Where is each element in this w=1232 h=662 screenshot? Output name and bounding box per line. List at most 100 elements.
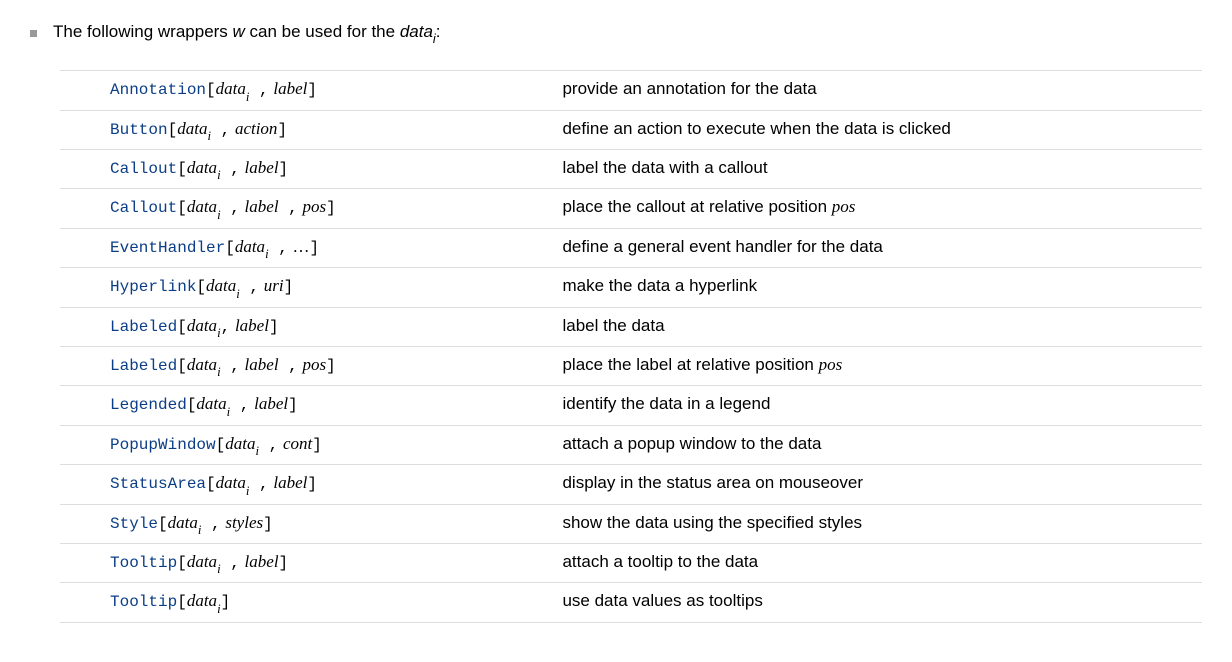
arg-data: data — [216, 79, 246, 98]
symbol-link[interactable]: Legended — [110, 396, 187, 414]
usage-cell: Annotation[datai , label] — [60, 71, 562, 110]
arg-data-sub: i — [217, 168, 221, 182]
arg-data: data — [225, 434, 255, 453]
intro-w: w — [233, 22, 245, 41]
table-row: Style[datai , styles]show the data using… — [60, 504, 1202, 543]
symbol-link[interactable]: PopupWindow — [110, 436, 216, 454]
arg-sep: , — [221, 357, 240, 375]
desc-italic: pos — [819, 355, 843, 374]
usage-cell: PopupWindow[datai , cont] — [60, 425, 562, 464]
arg-sep: , — [249, 475, 268, 493]
arg-sep: , — [230, 396, 249, 414]
symbol-link[interactable]: Button — [110, 121, 168, 139]
close-bracket: ] — [284, 278, 294, 296]
close-bracket: ] — [307, 475, 317, 493]
intro-text: The following wrappers w can be used for… — [53, 20, 440, 46]
close-bracket: ] — [279, 160, 289, 178]
open-bracket: [ — [158, 515, 168, 533]
arg-sep: , — [201, 515, 220, 533]
description-cell: label the data with a callout — [562, 150, 1202, 189]
arg: label — [273, 473, 307, 492]
intro-after: : — [436, 22, 441, 41]
description-cell: define an action to execute when the dat… — [562, 110, 1202, 149]
open-bracket: [ — [206, 81, 216, 99]
table-row: EventHandler[datai , …]define a general … — [60, 228, 1202, 267]
description-cell: attach a popup window to the data — [562, 425, 1202, 464]
symbol-link[interactable]: StatusArea — [110, 475, 206, 493]
open-bracket: [ — [206, 475, 216, 493]
arg-sep: , — [279, 199, 298, 217]
table-row: Tooltip[datai , label]attach a tooltip t… — [60, 543, 1202, 582]
arg: action — [235, 119, 278, 138]
close-bracket: ] — [307, 81, 317, 99]
description-cell: label the data — [562, 307, 1202, 346]
desc-text: label the data with a callout — [562, 158, 767, 177]
open-bracket: [ — [177, 357, 187, 375]
arg-sep: , — [249, 81, 268, 99]
arg-data-sub: i — [217, 602, 221, 616]
usage-cell: EventHandler[datai , …] — [60, 228, 562, 267]
symbol-link[interactable]: Labeled — [110, 318, 177, 336]
open-bracket: [ — [177, 199, 187, 217]
open-bracket: [ — [187, 396, 197, 414]
arg-data: data — [168, 513, 198, 532]
symbol-link[interactable]: EventHandler — [110, 239, 225, 257]
arg-data: data — [187, 197, 217, 216]
close-bracket: ] — [310, 239, 320, 257]
table-row: Tooltip[datai]use data values as tooltip… — [60, 583, 1202, 622]
symbol-link[interactable]: Labeled — [110, 357, 177, 375]
desc-text: place the label at relative position — [562, 355, 818, 374]
desc-text: define a general event handler for the d… — [562, 237, 882, 256]
arg-sep: , — [211, 121, 230, 139]
arg-data-sub: i — [255, 444, 259, 458]
arg-data-sub: i — [217, 326, 221, 340]
symbol-link[interactable]: Style — [110, 515, 158, 533]
symbol-link[interactable]: Annotation — [110, 81, 206, 99]
table-row: Callout[datai , label]label the data wit… — [60, 150, 1202, 189]
arg-data-sub: i — [236, 287, 240, 301]
usage-cell: Labeled[datai, label] — [60, 307, 562, 346]
open-bracket: [ — [177, 318, 187, 336]
arg: label — [245, 355, 279, 374]
arg-sep: , — [221, 199, 240, 217]
symbol-link[interactable]: Callout — [110, 160, 177, 178]
arg-data-sub: i — [227, 405, 231, 419]
description-cell: make the data a hyperlink — [562, 268, 1202, 307]
arg-data-sub: i — [246, 484, 250, 498]
usage-cell: StatusArea[datai , label] — [60, 465, 562, 504]
desc-text: attach a popup window to the data — [562, 434, 821, 453]
desc-text: place the callout at relative position — [562, 197, 831, 216]
description-cell: display in the status area on mouseover — [562, 465, 1202, 504]
open-bracket: [ — [196, 278, 206, 296]
description-cell: use data values as tooltips — [562, 583, 1202, 622]
close-bracket: ] — [326, 357, 336, 375]
bullet-icon — [30, 30, 37, 37]
close-bracket: ] — [263, 515, 273, 533]
desc-text: label the data — [562, 316, 664, 335]
arg-sep: , — [279, 357, 298, 375]
symbol-link[interactable]: Hyperlink — [110, 278, 196, 296]
arg-sep: , — [240, 278, 259, 296]
description-cell: attach a tooltip to the data — [562, 543, 1202, 582]
arg-data: data — [235, 237, 265, 256]
symbol-link[interactable]: Tooltip — [110, 593, 177, 611]
symbol-link[interactable]: Callout — [110, 199, 177, 217]
symbol-link[interactable]: Tooltip — [110, 554, 177, 572]
description-cell: show the data using the specified styles — [562, 504, 1202, 543]
table-row: PopupWindow[datai , cont]attach a popup … — [60, 425, 1202, 464]
table-row: StatusArea[datai , label]display in the … — [60, 465, 1202, 504]
open-bracket: [ — [216, 436, 226, 454]
usage-cell: Callout[datai , label , pos] — [60, 189, 562, 228]
desc-text: identify the data in a legend — [562, 394, 770, 413]
arg-data-sub: i — [265, 247, 269, 261]
arg-sep: , — [259, 436, 278, 454]
usage-cell: Callout[datai , label] — [60, 150, 562, 189]
close-bracket: ] — [312, 436, 322, 454]
usage-cell: Legended[datai , label] — [60, 386, 562, 425]
wrappers-table-wrap: Annotation[datai , label]provide an anno… — [60, 70, 1202, 622]
desc-italic: pos — [832, 197, 856, 216]
arg-ellipsis: … — [293, 237, 310, 256]
table-row: Labeled[datai , label , pos]place the la… — [60, 346, 1202, 385]
desc-text: use data values as tooltips — [562, 591, 762, 610]
arg-data: data — [206, 276, 236, 295]
